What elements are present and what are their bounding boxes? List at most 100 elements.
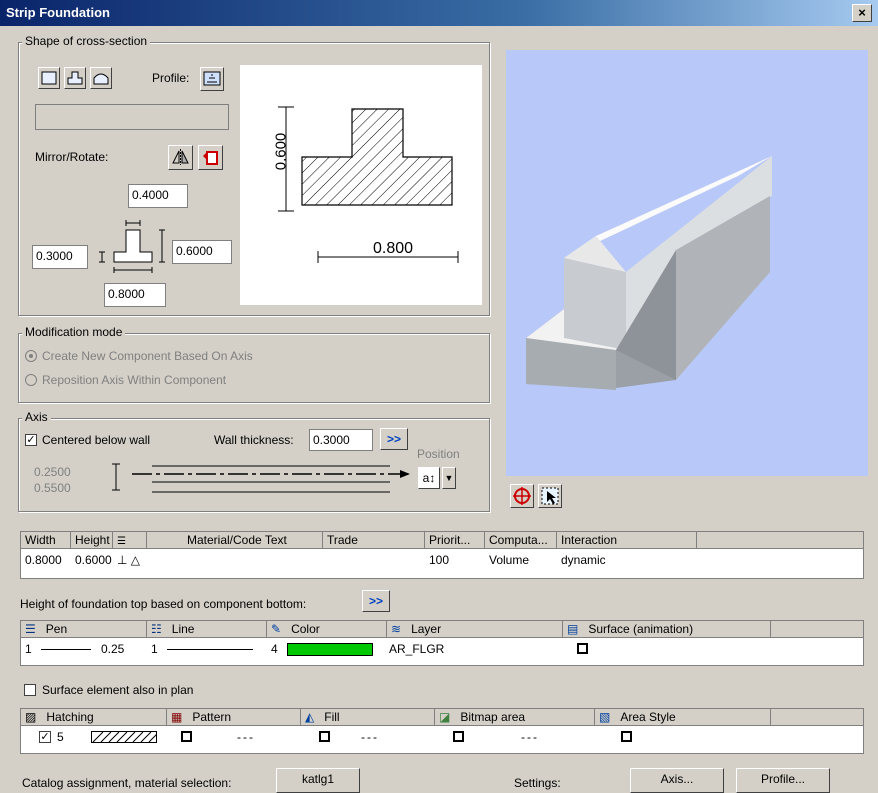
cell-symbols[interactable]: ⊥ △ xyxy=(117,552,140,568)
catalog-button[interactable]: katlg1 xyxy=(276,768,360,793)
shape-round-button[interactable] xyxy=(90,67,112,89)
profile-settings-button[interactable]: Profile... xyxy=(736,768,830,793)
line-style-sample xyxy=(167,649,253,650)
preview-height-label: 0.600 xyxy=(272,132,290,171)
col-height[interactable]: Height xyxy=(71,532,113,549)
cell-line[interactable]: 1 xyxy=(151,641,158,657)
align-icon: ☰ xyxy=(117,536,126,547)
layer-icon: ≋ xyxy=(391,622,402,636)
surface-icon: ▤ xyxy=(567,622,579,636)
cell-pen-width[interactable]: 0.25 xyxy=(101,641,124,657)
step-shape-icon xyxy=(67,71,83,85)
bottom-width-field[interactable]: 0.8000 xyxy=(104,283,166,307)
cell-pattern[interactable]: --- xyxy=(237,729,255,745)
hatch-table: ▨ Hatching ▦ Pattern ◭ Fill ◪ Bitmap are… xyxy=(20,708,864,754)
col-symbol[interactable]: ☰ xyxy=(113,532,147,549)
col-pen[interactable]: ☰ Pen xyxy=(21,621,147,638)
shape-step-button[interactable] xyxy=(64,67,86,89)
surface-checkbox[interactable] xyxy=(577,643,588,654)
centered-label: Centered below wall xyxy=(42,433,151,447)
position-select[interactable]: a↕ xyxy=(418,467,440,489)
cell-interaction[interactable]: dynamic xyxy=(561,552,606,568)
surface-plan-checkbox[interactable] xyxy=(24,684,36,696)
axis-diagram-icon xyxy=(112,463,410,493)
left-height-field[interactable]: 0.3000 xyxy=(32,245,88,269)
col-hatching[interactable]: ▨ Hatching xyxy=(21,709,167,726)
mirror-button[interactable] xyxy=(168,145,193,170)
3d-preview[interactable] xyxy=(506,50,868,476)
target-button[interactable] xyxy=(510,484,534,508)
col-surface[interactable]: ▤ Surface (animation) xyxy=(563,621,771,638)
col-layer[interactable]: ≋ Layer xyxy=(387,621,563,638)
fill-checkbox[interactable] xyxy=(319,731,330,742)
height-top-label: Height of foundation top based on compon… xyxy=(20,597,307,611)
col-trade[interactable]: Trade xyxy=(323,532,425,549)
height-top-button[interactable]: >> xyxy=(362,590,390,612)
reposition-axis-radio[interactable] xyxy=(25,374,37,386)
cell-priority[interactable]: 100 xyxy=(429,552,449,568)
bitmap-checkbox[interactable] xyxy=(453,731,464,742)
surface-plan-label: Surface element also in plan xyxy=(42,683,194,697)
cell-layer[interactable]: AR_FLGR xyxy=(389,641,444,657)
preview-drawing xyxy=(278,106,459,263)
hatching-checkbox[interactable]: ✓ xyxy=(39,731,51,743)
cell-computation[interactable]: Volume xyxy=(489,552,529,568)
right-height-field[interactable]: 0.6000 xyxy=(172,240,232,264)
col-width[interactable]: Width xyxy=(21,532,71,549)
col-computation[interactable]: Computa... xyxy=(485,532,557,549)
section-diagram-icon xyxy=(99,220,165,273)
properties-table: Width Height ☰ Material/Code Text Trade … xyxy=(20,531,864,579)
cell-width[interactable]: 0.8000 xyxy=(25,552,62,568)
col-bitmap[interactable]: ◪ Bitmap area xyxy=(435,709,595,726)
pattern-icon: ▦ xyxy=(171,710,183,724)
col-pattern[interactable]: ▦ Pattern xyxy=(167,709,301,726)
axis-group-label: Axis xyxy=(22,410,51,424)
rotate-button[interactable] xyxy=(198,145,223,170)
col-line-label: Line xyxy=(171,622,195,636)
preview-width-label: 0.800 xyxy=(373,240,414,257)
col-color[interactable]: ✎ Color xyxy=(267,621,387,638)
profile-button[interactable] xyxy=(200,67,224,91)
color-swatch[interactable] xyxy=(287,643,373,656)
color-brush-icon: ✎ xyxy=(271,622,282,636)
create-new-radio[interactable] xyxy=(25,350,37,362)
reposition-axis-label: Reposition Axis Within Component xyxy=(42,373,227,387)
axis-settings-button[interactable]: Axis... xyxy=(630,768,724,793)
col-area-style-label: Area Style xyxy=(620,710,676,724)
col-pen-label: Pen xyxy=(45,622,68,636)
wall-thickness-expand-button[interactable]: >> xyxy=(380,428,408,450)
area-style-icon: ▧ xyxy=(599,710,611,724)
profile-preview: 0.600 0.800 xyxy=(240,65,482,305)
shape-rectangle-button[interactable] xyxy=(38,67,60,89)
col-area-style[interactable]: ▧ Area Style xyxy=(595,709,771,726)
area-style-checkbox[interactable] xyxy=(621,731,632,742)
col-priority[interactable]: Priorit... xyxy=(425,532,485,549)
mirror-rotate-label: Mirror/Rotate: xyxy=(35,150,109,164)
shape-group-label: Shape of cross-section xyxy=(22,34,151,48)
col-fill[interactable]: ◭ Fill xyxy=(301,709,435,726)
position-dropdown-button[interactable]: ▼ xyxy=(442,467,456,489)
cell-bitmap[interactable]: --- xyxy=(521,729,539,745)
pattern-checkbox[interactable] xyxy=(181,731,192,742)
top-width-field[interactable]: 0.4000 xyxy=(128,184,188,208)
cell-hatching[interactable]: 5 xyxy=(57,729,64,745)
cell-height[interactable]: 0.6000 xyxy=(75,552,112,568)
col-color-label: Color xyxy=(291,622,320,636)
cursor-icon xyxy=(541,487,559,505)
profile-name-field[interactable] xyxy=(35,104,229,130)
wall-thickness-field[interactable]: 0.3000 xyxy=(309,429,373,451)
cell-fill[interactable]: --- xyxy=(361,729,379,745)
pen-icon: ☰ xyxy=(25,622,36,636)
select-view-button[interactable] xyxy=(538,484,562,508)
centered-checkbox[interactable]: ✓ xyxy=(25,434,37,446)
col-material[interactable]: Material/Code Text xyxy=(147,532,323,549)
title-bar: Strip Foundation xyxy=(0,0,878,26)
hatching-icon: ▨ xyxy=(25,710,37,724)
col-interaction[interactable]: Interaction xyxy=(557,532,697,549)
col-hatching-label: Hatching xyxy=(46,710,94,724)
cell-pen[interactable]: 1 xyxy=(25,641,32,657)
cell-color-index[interactable]: 4 xyxy=(271,641,278,657)
pen-line-sample xyxy=(41,649,91,650)
col-line[interactable]: ☷ Line xyxy=(147,621,267,638)
close-button[interactable]: × xyxy=(852,4,872,22)
